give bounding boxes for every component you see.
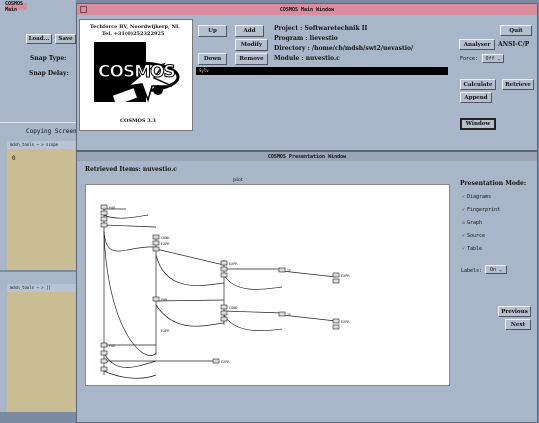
graph-canvas[interactable]: FOR COND EXPR FOR EXPR COND IF IF EXPR E… <box>85 184 450 386</box>
node-label-for-3: FOR <box>109 344 116 348</box>
calculate-button[interactable]: Calculate <box>460 79 496 90</box>
cosmos-control-window: COSMOS Main Load... Save Snap Type: Snap… <box>0 0 76 122</box>
chevron-down-icon: ⌄ <box>494 55 501 62</box>
mode-table[interactable]: ✓ Table <box>462 246 482 252</box>
cosmos-version: COSMOS 3.3 <box>120 118 156 124</box>
project-info: Project : Softwaretechnik II <box>274 25 368 32</box>
main-window: COSMOS Main Window Techforce BV, Noordwi… <box>76 3 538 151</box>
mode-graph[interactable]: ◇ Graph <box>462 220 482 226</box>
xterm-window-2: mdsh_tools ~ > [] <box>0 272 76 412</box>
logo-panel: Techforce BV, Noordwijkerp, NL Tel. +31(… <box>79 19 193 131</box>
canvas-caption: plot <box>233 177 243 183</box>
node-label-expr-1: EXPR <box>161 242 170 246</box>
force-label: Force: <box>460 56 479 62</box>
analyser-button[interactable]: Analyser <box>459 39 495 50</box>
main-window-menu-box[interactable] <box>80 6 87 13</box>
selected-list-entry[interactable]: Sylv <box>199 68 209 73</box>
labels-label: Labels: <box>461 268 483 274</box>
window-button[interactable]: Window <box>460 118 496 130</box>
cosmos-wordmark: COSMOS <box>98 62 177 83</box>
control-window-title: COSMOS Main <box>5 0 24 13</box>
xterm-1-prompt: mdsh_tools ~ > scope <box>10 142 59 147</box>
logo-planet <box>153 85 163 95</box>
quit-button[interactable]: Quit <box>500 25 532 36</box>
down-button[interactable]: Down <box>198 53 227 65</box>
labels-option-menu[interactable]: On ⌄ <box>485 265 507 274</box>
control-window-titlebar[interactable]: COSMOS Main <box>5 0 27 13</box>
xterm-1-titlebar[interactable]: mdsh_tools ~ > scope <box>7 141 76 149</box>
append-button[interactable]: Append <box>460 92 492 103</box>
up-button[interactable]: Up <box>198 25 227 37</box>
control-flow-graph: FOR COND EXPR FOR EXPR COND IF IF EXPR E… <box>100 204 350 379</box>
node-label-cond-1: COND <box>161 236 169 240</box>
company-tel: Tel. +31(0)252322925 <box>102 31 165 37</box>
mode-fingerprint[interactable]: ✓ Fingerprint <box>462 207 500 213</box>
xterm-1-terminal[interactable]: 0 <box>7 149 76 270</box>
presentation-window-title: COSMOS Presentation Window <box>267 153 347 160</box>
chevron-down-icon: ⌄ <box>496 266 503 273</box>
xterm-2-titlebar[interactable]: mdsh_tools ~ > [] <box>7 284 76 292</box>
xterm-2-terminal[interactable] <box>7 292 76 412</box>
node-label-expr-3: EXPR <box>341 274 350 278</box>
xterm-2-prompt: mdsh_tools ~ > [] <box>10 285 51 290</box>
remove-button[interactable]: Remove <box>235 53 268 65</box>
previous-button[interactable]: Previous <box>498 306 531 317</box>
program-info: Program : lievestio <box>274 35 338 42</box>
node-label-if-2: IF <box>287 313 291 317</box>
presentation-mode-title: Presentation Mode: <box>460 180 527 187</box>
presentation-window: COSMOS Presentation Window Retrieved Ite… <box>76 151 538 423</box>
mode-source[interactable]: ✓ Source <box>462 233 485 239</box>
module-list[interactable]: Sylv <box>196 67 448 75</box>
xterm-window-1: mdsh_tools ~ > scope 0 <box>0 140 76 270</box>
copying-screen-window: Copying Screen... <box>0 122 87 140</box>
snap-delay-label: Snap Delay: <box>29 70 69 77</box>
modify-button[interactable]: Modify <box>235 39 268 51</box>
node-label-expr-5: EXPR <box>221 360 230 364</box>
node-label-for-top: FOR <box>109 206 116 210</box>
save-button[interactable]: Save <box>55 34 76 44</box>
module-info: Module : nuvestio.c <box>274 55 340 62</box>
xterm-1-cursor: 0 <box>12 155 16 162</box>
snap-type-label: Snap Type: <box>30 55 67 62</box>
node-label-expr-6: EXPR <box>161 329 170 333</box>
main-window-title: COSMOS Main Window <box>279 6 335 13</box>
retrieve-button[interactable]: Retrieve <box>502 79 534 90</box>
node-label-for-2: FOR <box>161 298 168 302</box>
presentation-window-titlebar[interactable]: COSMOS Presentation Window <box>77 152 537 161</box>
node-label-cond-2: COND <box>229 306 237 310</box>
company-name: Techforce BV, Noordwijkerp, NL <box>90 24 180 30</box>
force-option-menu[interactable]: Off ⌄ <box>482 54 504 63</box>
node-label-expr-2: EXPR <box>229 262 238 266</box>
load-button[interactable]: Load... <box>26 34 52 44</box>
language-label: ANSI-C/P <box>498 41 530 48</box>
mode-diagrams[interactable]: ✓ Diagrams <box>462 194 491 200</box>
node-label-expr-4: EXPR <box>341 320 350 324</box>
main-window-titlebar[interactable]: COSMOS Main Window <box>77 4 537 15</box>
directory-info: Directory : /home/cb/mdsh/swt2/uevastio/ <box>274 45 414 52</box>
retrieved-items: Retrieved Items: nuvestio.c <box>85 166 177 173</box>
next-button[interactable]: Next <box>505 319 531 330</box>
node-label-if-1: IF <box>287 269 291 273</box>
add-button[interactable]: Add <box>235 25 264 37</box>
